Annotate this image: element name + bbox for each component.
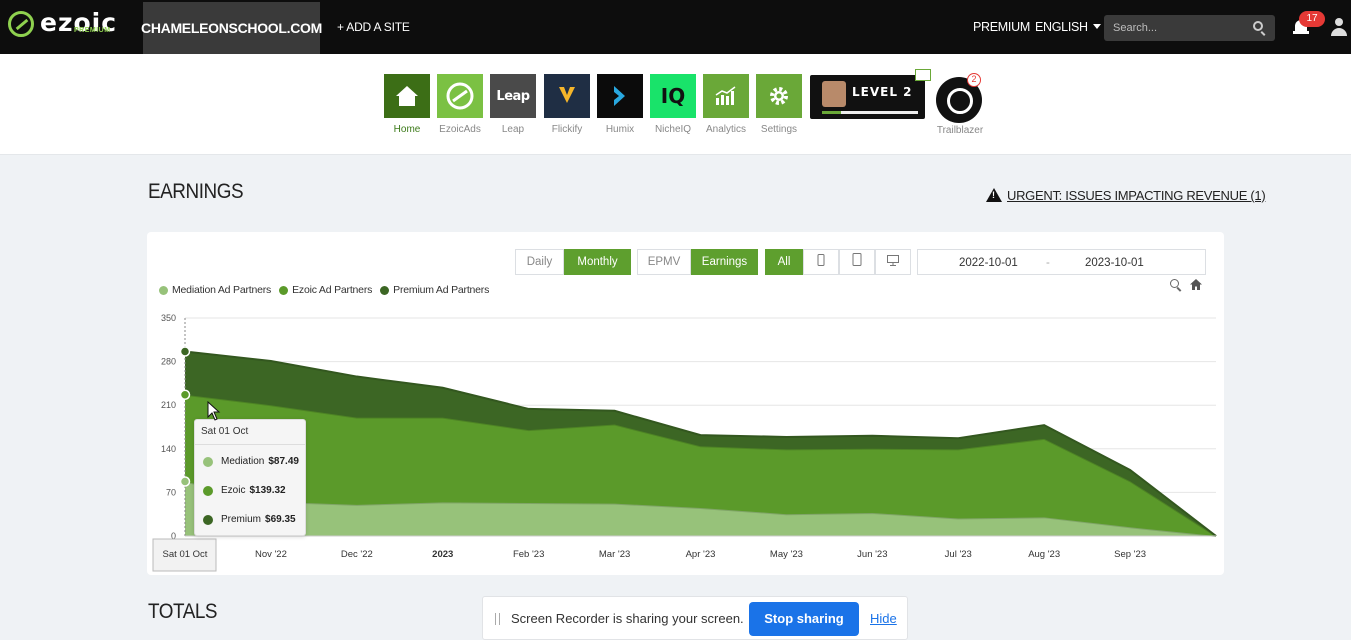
chart-tooltip: Sat 01 Oct Mediation $87.49 Ezoic $139.32 … — [194, 419, 306, 536]
x-tick-label: Aug '23 — [1028, 549, 1060, 560]
earnings-area-chart[interactable]: 070140210280350Sat 01 Oct Nov '22 Dec '22 2… — [0, 0, 1351, 640]
mouse-cursor-icon — [207, 401, 221, 421]
y-tick-label: 210 — [161, 400, 176, 410]
tooltip-dot — [203, 514, 213, 525]
tooltip-dot — [203, 456, 213, 467]
hide-link[interactable]: Hide — [870, 611, 897, 626]
tooltip-dot — [203, 485, 213, 496]
drag-handle-icon[interactable] — [495, 613, 500, 625]
tooltip-row: Premium $69.35 — [203, 514, 296, 525]
share-status-text: Screen Recorder is sharing your screen. — [511, 611, 744, 626]
tooltip-row: Mediation $87.49 — [203, 456, 299, 467]
y-tick-label: 280 — [161, 357, 176, 367]
y-tick-label: 70 — [166, 487, 176, 497]
x-tick-label: Sat 01 Oct — [163, 549, 208, 560]
totals-title: TOTALS — [148, 600, 218, 623]
x-tick-label: Sep '23 — [1114, 549, 1146, 560]
x-tick-label: Mar '23 — [599, 549, 630, 560]
x-tick-label: Apr '23 — [686, 549, 716, 560]
x-tick-label: 2023 — [432, 549, 453, 560]
tooltip-row: Ezoic $139.32 — [203, 485, 286, 496]
tooltip-date: Sat 01 Oct — [195, 420, 305, 445]
data-point-2 — [179, 389, 191, 400]
data-point-1 — [179, 476, 191, 487]
x-tick-label: Jun '23 — [857, 549, 887, 560]
x-tick-label: Jul '23 — [945, 549, 972, 560]
y-tick-label: 350 — [161, 313, 176, 323]
x-tick-label: Nov '22 — [255, 549, 287, 560]
data-point-3 — [179, 346, 191, 357]
x-tick-label: Feb '23 — [513, 549, 544, 560]
screen-share-bar: Screen Recorder is sharing your screen. … — [482, 596, 908, 640]
stop-sharing-button[interactable]: Stop sharing — [749, 602, 859, 636]
x-tick-label: Dec '22 — [341, 549, 373, 560]
x-tick-label: May '23 — [770, 549, 803, 560]
y-tick-label: 140 — [161, 444, 176, 454]
